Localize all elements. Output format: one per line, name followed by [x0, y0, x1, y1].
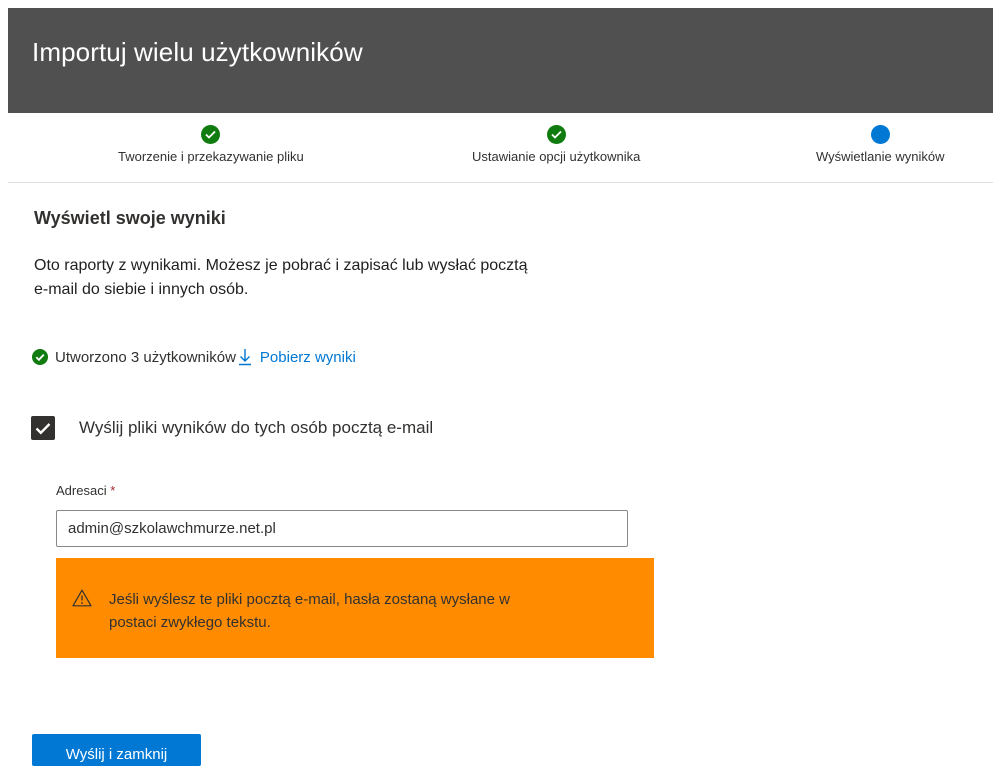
required-marker: *: [110, 483, 116, 498]
panel-header: Importuj wielu użytkowników: [8, 8, 993, 113]
checkmark-icon: [35, 422, 51, 435]
result-status-row: Utworzono 3 użytkowników Pobierz wyniki: [32, 348, 356, 366]
step-label: Tworzenie i przekazywanie pliku: [118, 149, 304, 164]
wizard-stepper: Tworzenie i przekazywanie pliku Ustawian…: [8, 113, 993, 183]
step-label: Wyświetlanie wyników: [816, 149, 945, 164]
recipients-label-text: Adresaci: [56, 483, 107, 498]
warning-line: Jeśli wyślesz te pliki pocztą e-mail, ha…: [109, 591, 510, 608]
intro-text: Oto raporty z wynikami. Możesz je pobrać…: [34, 254, 634, 302]
send-results-checkbox[interactable]: [31, 416, 55, 440]
section-title: Wyświetl swoje wyniki: [34, 208, 226, 228]
step-label: Ustawianie opcji użytkownika: [472, 149, 641, 164]
check-circle-icon: [201, 125, 221, 144]
intro-line: e-mail do siebie i innych osób.: [34, 281, 249, 298]
recipients-input[interactable]: [56, 510, 628, 547]
step-view-results: Wyświetlanie wyników: [816, 125, 944, 164]
warning-triangle-icon: [72, 589, 92, 658]
recipients-label: Adresaci *: [56, 483, 115, 498]
page-title: Importuj wielu użytkowników: [32, 37, 363, 67]
download-results-link[interactable]: Pobierz wyniki: [260, 349, 356, 366]
send-results-checkbox-label[interactable]: Wyślij pliki wyników do tych osób pocztą…: [79, 418, 433, 438]
status-text: Utworzono 3 użytkowników: [55, 348, 236, 366]
filled-circle-icon: [870, 125, 890, 144]
intro-line: Oto raporty z wynikami. Możesz je pobrać…: [34, 257, 528, 274]
warning-message-bar: Jeśli wyślesz te pliki pocztą e-mail, ha…: [56, 558, 654, 658]
step-create-upload-file: Tworzenie i przekazywanie pliku: [118, 125, 304, 164]
send-results-checkbox-row[interactable]: Wyślij pliki wyników do tych osób pocztą…: [31, 416, 433, 440]
warning-text: Jeśli wyślesz te pliki pocztą e-mail, ha…: [109, 588, 579, 658]
warning-line: postaci zwykłego tekstu.: [109, 614, 271, 631]
check-circle-icon: [32, 349, 48, 365]
send-and-close-button[interactable]: Wyślij i zamknij: [32, 734, 201, 766]
step-user-options: Ustawianie opcji użytkownika: [472, 125, 640, 164]
check-circle-icon: [546, 125, 566, 144]
download-arrow-icon[interactable]: [238, 348, 252, 366]
